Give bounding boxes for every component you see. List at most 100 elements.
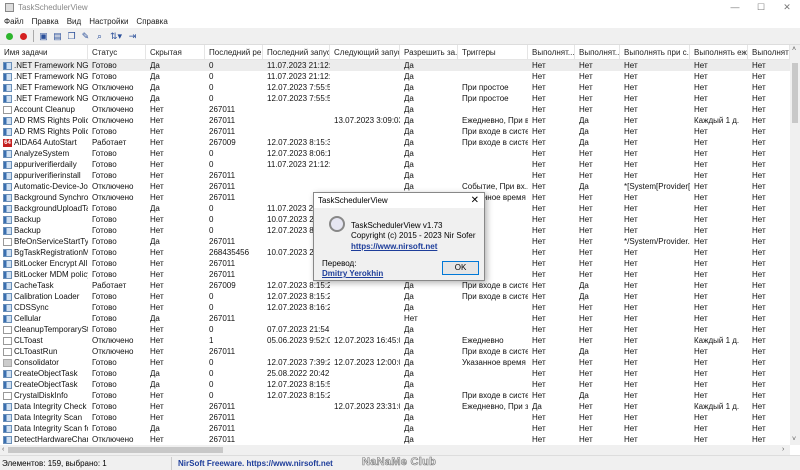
table-row[interactable]: CLToastRun Отключено Нет 267011 Да При входе … [0, 346, 790, 357]
horizontal-scroll-thumb[interactable] [8, 447, 223, 453]
cell: 12.07.2023 7:39:23 [267, 358, 330, 367]
table-row[interactable]: .NET Framework NGE... Отключено Да 0 12.07.2… [0, 93, 790, 104]
table-row[interactable]: AD RMS Rights Policy ... Отключено Нет 2670… [0, 115, 790, 126]
sort-icon[interactable]: ⇅▾ [108, 31, 124, 42]
cell: 267011 [209, 270, 236, 279]
cell: Нет [624, 281, 638, 290]
close-button[interactable]: ✕ [774, 0, 800, 15]
column-header[interactable]: Выполнять [748, 45, 790, 59]
dialog-close-button[interactable]: ✕ [471, 193, 479, 208]
column-header[interactable]: Последний ре... [205, 45, 263, 59]
column-header[interactable]: Выполнять еж... [690, 45, 748, 59]
scroll-left-icon[interactable]: ‹ [2, 445, 4, 455]
cell: Да [579, 292, 589, 301]
nirsoft-link[interactable]: NirSoft Freeware. https://www.nirsoft.ne… [172, 459, 333, 468]
table-row[interactable]: Automatic-Device-Join Отключено Нет 267011 Д… [0, 181, 790, 192]
cell: 05.06.2023 9:52:01 [267, 336, 330, 345]
column-header[interactable]: Триггеры [458, 45, 528, 59]
cell: Да [404, 83, 414, 92]
title-bar: TaskSchedulerView — ☐ ✕ [0, 0, 800, 15]
table-row[interactable]: Data Integrity Scan for... Готово Да 267011… [0, 423, 790, 434]
column-header[interactable]: Выполнять при с... [620, 45, 690, 59]
table-row[interactable]: Data Integrity Scan Готово Нет 267011 Да Нет Н… [0, 412, 790, 423]
cell [263, 126, 330, 137]
table-row[interactable]: appuriverifierdaily Готово Нет 0 11.07.2023 … [0, 159, 790, 170]
table-row[interactable]: Consolidator Готово Нет 0 12.07.2023 7:39:23… [0, 357, 790, 368]
table-row[interactable]: Data Integrity Check ... Готово Нет 267011 1… [0, 401, 790, 412]
cell: Нет [694, 94, 708, 103]
table-row[interactable]: Cellular Готово Да 267011 Нет Нет Нет Нет Нет Нет [0, 313, 790, 324]
cell: Готово [92, 314, 117, 323]
scroll-right-icon[interactable]: › [782, 445, 784, 455]
menu-item[interactable]: Настройки [85, 15, 132, 28]
cell: Нет [404, 314, 418, 323]
cell: Работает [92, 138, 127, 147]
cell: 1 [209, 336, 214, 345]
table-row[interactable]: appuriverifierinstall Готово Нет 267011 Да Не… [0, 170, 790, 181]
task-name-cell: DetectHardwareChange [0, 434, 88, 445]
table-row[interactable]: Calibration Loader Готово Нет 0 12.07.2023 8… [0, 291, 790, 302]
cell: Нет [579, 248, 593, 257]
table-row[interactable]: CDSSync Готово Нет 0 12.07.2023 8:16:29 Да Нет… [0, 302, 790, 313]
column-header[interactable]: Последний запуск [263, 45, 330, 59]
menu-item[interactable]: Вид [63, 15, 85, 28]
column-header[interactable]: Следующий запуск [330, 45, 400, 59]
cell: Да [404, 303, 414, 312]
table-row[interactable]: CLToast Отключено Нет 1 05.06.2023 9:52:01 12… [0, 335, 790, 346]
maximize-button[interactable]: ☐ [748, 0, 774, 15]
table-row[interactable]: 64 AIDA64 AutoStart Работает Нет 267009 12.07… [0, 137, 790, 148]
cell: 0 [209, 292, 214, 301]
column-header[interactable]: Выполнят... [575, 45, 620, 59]
minimize-button[interactable]: — [722, 0, 748, 15]
scroll-up-icon[interactable]: ˄ [792, 45, 796, 55]
cell: Нет [579, 215, 593, 224]
table-row[interactable]: CreateObjectTask Готово Да 0 12.07.2023 8:15… [0, 379, 790, 390]
cell: Нет [579, 325, 593, 334]
column-header[interactable]: Скрытая [146, 45, 205, 59]
table-row[interactable]: CrystalDiskInfo Готово Нет 0 12.07.2023 8:15… [0, 390, 790, 401]
stop-icon[interactable] [18, 31, 29, 42]
table-row[interactable]: DetectHardwareChange Отключено Нет 267011 Да… [0, 434, 790, 445]
scroll-down-icon[interactable]: ˅ [792, 435, 796, 445]
task-name: Data Integrity Scan for... [14, 424, 88, 433]
start-icon[interactable] [4, 31, 15, 42]
vertical-scrollbar[interactable]: ˄ ˅ [790, 45, 800, 445]
table-row[interactable]: CreateObjectTask Готово Да 0 25.08.2022 20:4… [0, 368, 790, 379]
menu-item[interactable]: Файл [0, 15, 28, 28]
horizontal-scrollbar[interactable]: ‹ › [0, 445, 790, 455]
ok-button[interactable]: OK [442, 261, 479, 275]
cell: Нет [752, 171, 766, 180]
table-row[interactable]: AD RMS Rights Policy ... Готово Нет 267011 Д… [0, 126, 790, 137]
properties-icon[interactable]: ✎ [80, 31, 91, 42]
cell: 0 [209, 391, 214, 400]
cell: Да [404, 325, 414, 334]
table-row[interactable]: CacheTask Работает Нет 267009 12.07.2023 8:1… [0, 280, 790, 291]
table-row[interactable]: .NET Framework NGE... Готово Да 0 11.07.2023… [0, 60, 790, 71]
copy-icon[interactable]: ❐ [66, 31, 77, 42]
column-header[interactable]: Статус [88, 45, 146, 59]
column-header[interactable]: Разрешить за... [400, 45, 458, 59]
cell: 267011 [209, 127, 236, 136]
menu-item[interactable]: Справка [132, 15, 171, 28]
cell [330, 60, 400, 71]
website-link[interactable]: https://www.nirsoft.net [351, 242, 437, 251]
translator-link[interactable]: Dmitry Yerokhin [322, 269, 383, 278]
task-name-cell: CLToastRun [0, 346, 88, 357]
find-icon[interactable]: ⌕ [94, 31, 105, 42]
task-name-cell: CDSSync [0, 302, 88, 313]
table-row[interactable]: AnalyzeSystem Готово Нет 0 12.07.2023 8:06:1… [0, 148, 790, 159]
table-row[interactable]: CleanupTemporaryState Готово Нет 0 07.07.202… [0, 324, 790, 335]
cell: Да [150, 72, 160, 81]
table-row[interactable]: .NET Framework NGE... Готово Да 0 11.07.2023… [0, 71, 790, 82]
column-header[interactable]: Имя задачи [0, 45, 88, 59]
table-row[interactable]: .NET Framework NGE... Отключено Да 0 12.07.2… [0, 82, 790, 93]
column-header[interactable]: Выполнят... [528, 45, 575, 59]
save-icon[interactable]: ▣ [38, 31, 49, 42]
exit-icon[interactable]: ⇥ [127, 31, 138, 42]
export-excel-icon[interactable]: ▤ [52, 31, 63, 42]
vertical-scroll-thumb[interactable] [792, 63, 798, 123]
menu-item[interactable]: Правка [28, 15, 63, 28]
table-row[interactable]: Account Cleanup Отключено Нет 267011 Да Нет Не… [0, 104, 790, 115]
cell: 12.07.2023 8:15:27 [267, 281, 330, 290]
cell: Нет [694, 61, 708, 70]
